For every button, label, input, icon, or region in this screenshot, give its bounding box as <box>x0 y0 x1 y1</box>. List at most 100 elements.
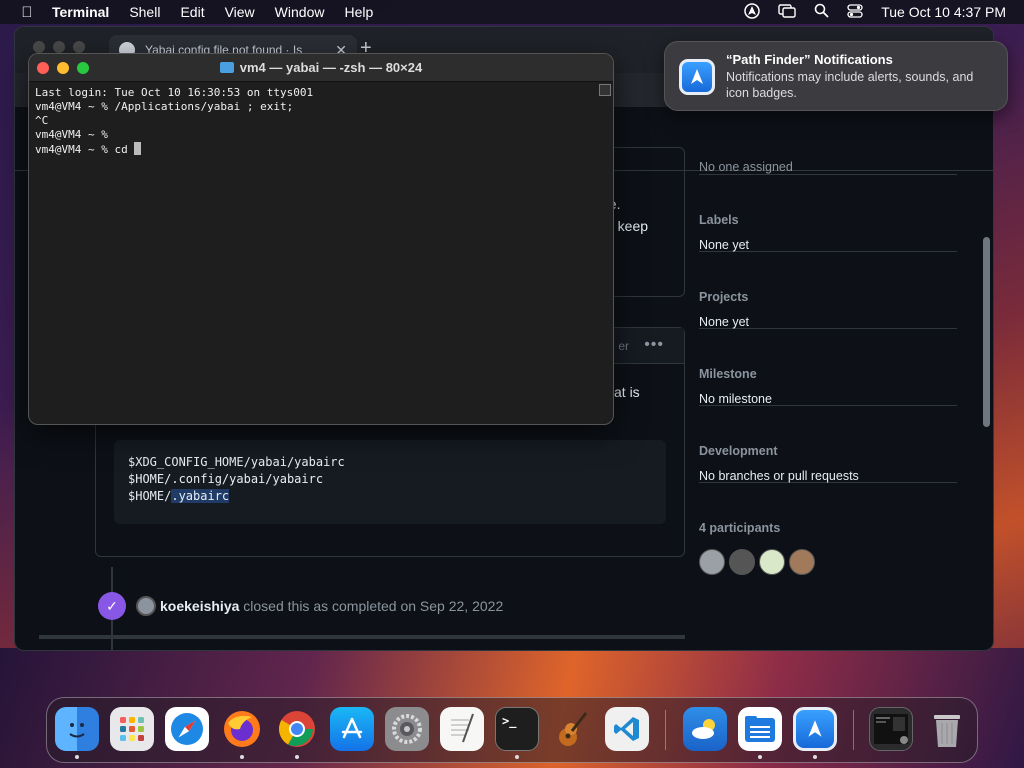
terminal-title: vm4 — yabai — -zsh — 80×24 <box>239 60 423 75</box>
terminal-minimize-button[interactable] <box>57 62 69 74</box>
dock: >_ <box>46 697 978 763</box>
browser-minimize-button[interactable] <box>53 41 65 53</box>
terminal-line: vm4@VM4 ~ % <box>35 128 108 141</box>
path-finder-status-icon[interactable] <box>744 2 760 22</box>
terminal-scroll-indicator[interactable] <box>599 84 611 96</box>
notification-title: “Path Finder” Notifications <box>726 52 893 67</box>
terminal-prompt: vm4@VM4 ~ % cd <box>35 143 135 156</box>
menu-help[interactable]: Help <box>344 4 373 20</box>
running-indicator <box>813 755 817 759</box>
terminal-line: vm4@VM4 ~ % /Applications/yabai ; exit; <box>35 100 294 113</box>
terminal-line: ^C <box>35 114 49 127</box>
terminal-output[interactable]: Last login: Tue Oct 10 16:30:53 on ttys0… <box>35 84 593 424</box>
system-settings-icon[interactable] <box>385 707 429 751</box>
closed-event-text: closed this as completed on Sep 22, 2022 <box>243 598 504 614</box>
notification-banner[interactable]: “Path Finder” Notifications Notification… <box>664 41 1008 111</box>
labels-title[interactable]: Labels <box>699 213 739 227</box>
closed-check-icon: ✓ <box>98 592 126 620</box>
garageband-icon[interactable] <box>550 707 594 751</box>
sidebar-development: Development No branches or pull requests <box>699 406 957 483</box>
launchpad-icon[interactable] <box>110 707 154 751</box>
folder-icon <box>219 62 234 73</box>
code-line: $HOME/.yabairc <box>128 488 652 505</box>
comment-header-label: er <box>618 339 629 353</box>
browser-window-controls <box>33 41 85 53</box>
projects-title[interactable]: Projects <box>699 290 748 304</box>
firefox-icon[interactable] <box>220 707 264 751</box>
comment-text-fragment: at is <box>614 384 640 400</box>
recent-window-icon[interactable] <box>869 707 913 751</box>
avatar[interactable] <box>729 549 755 575</box>
terminal-zoom-button[interactable] <box>77 62 89 74</box>
menu-shell[interactable]: Shell <box>129 4 160 20</box>
chrome-icon[interactable] <box>275 707 319 751</box>
running-indicator <box>240 755 244 759</box>
path-finder-app-icon <box>679 59 715 95</box>
participants-title: 4 participants <box>699 521 781 535</box>
comment-more-options-icon[interactable]: ••• <box>644 336 664 354</box>
page-scrollbar[interactable] <box>983 237 990 427</box>
textedit-icon[interactable] <box>440 707 484 751</box>
code-line: $XDG_CONFIG_HOME/yabai/yabairc <box>128 455 345 469</box>
weather-icon[interactable] <box>683 707 727 751</box>
terminal-titlebar[interactable]: vm4 — yabai — -zsh — 80×24 <box>29 54 613 82</box>
avatar[interactable] <box>136 596 156 616</box>
terminal-cursor <box>134 142 142 155</box>
avatar[interactable] <box>699 549 725 575</box>
development-value: No branches or pull requests <box>699 469 859 483</box>
terminal-input-line[interactable]: vm4@VM4 ~ % cd <box>35 142 593 156</box>
sidebar-participants: 4 participants <box>699 483 957 583</box>
projects-value: None yet <box>699 315 750 329</box>
milestone-value: No milestone <box>699 392 772 406</box>
assignees-value: No one assigned <box>699 160 793 174</box>
avatar[interactable] <box>789 549 815 575</box>
avatar[interactable] <box>759 549 785 575</box>
code-block: $XDG_CONFIG_HOME/yabai/yabairc $HOME/.co… <box>114 440 666 524</box>
menu-view[interactable]: View <box>225 4 255 20</box>
browser-close-button[interactable] <box>33 41 45 53</box>
menu-edit[interactable]: Edit <box>180 4 204 20</box>
notification-body: Notifications may include alerts, sounds… <box>726 70 974 100</box>
screen-mirroring-icon[interactable] <box>778 3 796 21</box>
running-indicator <box>758 755 762 759</box>
dock-separator <box>665 710 666 750</box>
terminal-icon[interactable]: >_ <box>495 707 539 751</box>
app-store-icon[interactable] <box>330 707 374 751</box>
development-title[interactable]: Development <box>699 444 778 458</box>
terminal-line: Last login: Tue Oct 10 16:30:53 on ttys0… <box>35 86 314 99</box>
control-center-icon[interactable] <box>847 3 863 21</box>
files-icon[interactable] <box>738 707 782 751</box>
finder-icon[interactable] <box>55 707 99 751</box>
menu-clock[interactable]: Tue Oct 10 4:37 PM <box>881 4 1006 20</box>
browser-zoom-button[interactable] <box>73 41 85 53</box>
running-indicator <box>515 755 519 759</box>
comment-composer-edge <box>39 635 685 639</box>
menu-window[interactable]: Window <box>275 4 325 20</box>
terminal-window-controls <box>37 62 89 74</box>
menu-bar:  Terminal Shell Edit View Window Help T… <box>0 0 1024 24</box>
running-indicator <box>295 755 299 759</box>
dock-separator <box>853 710 854 750</box>
terminal-close-button[interactable] <box>37 62 49 74</box>
spotlight-search-icon[interactable] <box>814 3 829 21</box>
milestone-title[interactable]: Milestone <box>699 367 757 381</box>
code-line: $HOME/.config/yabai/yabairc <box>128 472 324 486</box>
safari-icon[interactable] <box>165 707 209 751</box>
sidebar-labels: Labels None yet <box>699 175 957 252</box>
participant-avatars <box>699 549 815 575</box>
sidebar-milestone: Milestone No milestone <box>699 329 957 406</box>
labels-value: None yet <box>699 238 750 252</box>
closed-by-user[interactable]: koekeishiya <box>160 598 239 614</box>
menu-app-name[interactable]: Terminal <box>52 4 109 20</box>
code-line-prefix: $HOME/ <box>128 489 172 503</box>
sidebar-projects: Projects None yet <box>699 252 957 329</box>
sidebar-assignees: No one assigned <box>699 157 957 175</box>
apple-menu-icon[interactable]:  <box>18 4 36 21</box>
path-finder-icon[interactable] <box>793 707 837 751</box>
trash-icon[interactable] <box>925 707 969 751</box>
code-selection: .yabairc <box>171 489 230 503</box>
terminal-window: vm4 — yabai — -zsh — 80×24 Last login: T… <box>28 53 614 425</box>
closed-event: ✓ koekeishiya closed this as completed o… <box>98 592 504 620</box>
vscode-icon[interactable] <box>605 707 649 751</box>
running-indicator <box>75 755 79 759</box>
